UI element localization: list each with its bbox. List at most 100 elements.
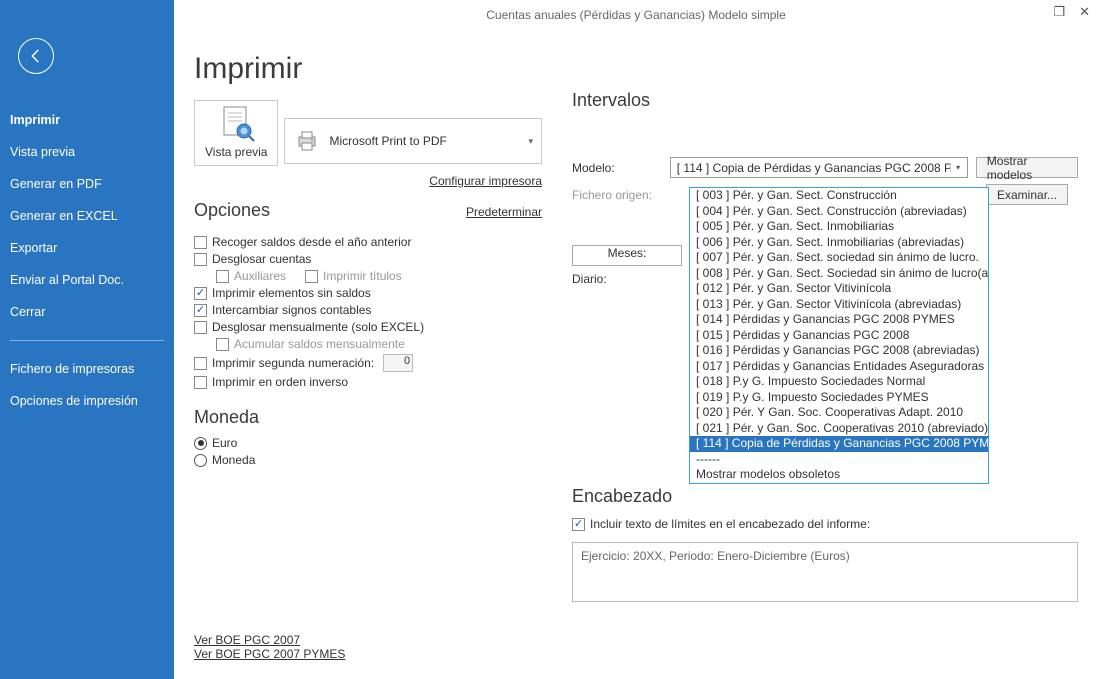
dropdown-item[interactable]: [ 005 ] Pér. y Gan. Sect. Inmobiliarias: [690, 219, 988, 235]
sidebar-separator: [10, 340, 164, 341]
preview-button[interactable]: Vista previa: [194, 100, 278, 166]
sidebar-item[interactable]: Opciones de impresión: [0, 385, 174, 417]
intervalos-heading: Intervalos: [572, 90, 1078, 111]
dropdown-item[interactable]: ------: [690, 452, 988, 468]
checkbox[interactable]: [194, 357, 207, 370]
back-button[interactable]: [18, 38, 54, 74]
arrow-left-icon: [27, 47, 45, 65]
checkbox[interactable]: [194, 321, 207, 334]
dropdown-item[interactable]: [ 004 ] Pér. y Gan. Sect. Construcción (…: [690, 204, 988, 220]
opciones-heading: Opciones: [194, 200, 270, 221]
dropdown-item[interactable]: [ 021 ] Pér. y Gan. Soc. Cooperativas 20…: [690, 421, 988, 437]
numeric-input[interactable]: 0: [383, 354, 413, 372]
dropdown-item[interactable]: [ 003 ] Pér. y Gan. Sect. Construcción: [690, 188, 988, 204]
header-text-textarea[interactable]: Ejercicio: 20XX, Periodo: Enero-Diciembr…: [572, 542, 1078, 602]
moneda-heading: Moneda: [194, 407, 542, 428]
checkbox[interactable]: [216, 270, 229, 283]
boe-links: Ver BOE PGC 2007 Ver BOE PGC 2007 PYMES: [194, 633, 345, 661]
checkbox-label: Acumular saldos mensualmente: [234, 337, 405, 351]
boe-link-2007[interactable]: Ver BOE PGC 2007: [194, 633, 345, 647]
checkbox[interactable]: [194, 253, 207, 266]
sidebar-item[interactable]: Vista previa: [0, 136, 174, 168]
dropdown-item[interactable]: [ 008 ] Pér. y Gan. Sect. Sociedad sin á…: [690, 266, 988, 282]
examinar-button[interactable]: Examinar...: [986, 184, 1068, 205]
option-row: Desglosar cuentas: [194, 252, 542, 266]
dropdown-item[interactable]: [ 015 ] Pérdidas y Ganancias PGC 2008: [690, 328, 988, 344]
dropdown-item[interactable]: [ 014 ] Pérdidas y Ganancias PGC 2008 PY…: [690, 312, 988, 328]
sidebar-item[interactable]: Enviar al Portal Doc.: [0, 264, 174, 296]
window-controls: ❐ ✕: [1053, 4, 1090, 20]
boe-link-2007-pymes[interactable]: Ver BOE PGC 2007 PYMES: [194, 647, 345, 661]
dropdown-item[interactable]: [ 006 ] Pér. y Gan. Sect. Inmobiliarias …: [690, 235, 988, 251]
radio[interactable]: [194, 454, 207, 467]
option-row: Desglosar mensualmente (solo EXCEL): [194, 320, 542, 334]
checkbox-label: Intercambiar signos contables: [212, 303, 371, 317]
checkbox[interactable]: [194, 287, 207, 300]
include-header-text-checkbox[interactable]: [572, 518, 585, 531]
checkbox-label: Auxiliares: [234, 269, 286, 283]
predeterminar-link[interactable]: Predeterminar: [466, 205, 542, 219]
preview-button-label: Vista previa: [205, 145, 267, 159]
option-row: Acumular saldos mensualmente: [216, 337, 542, 351]
checkbox-label: Imprimir títulos: [323, 269, 402, 283]
dropdown-item[interactable]: [ 016 ] Pérdidas y Ganancias PGC 2008 (a…: [690, 343, 988, 359]
sidebar-item[interactable]: Generar en EXCEL: [0, 200, 174, 232]
option-row: Imprimir elementos sin saldos: [194, 286, 542, 300]
option-row: Imprimir en orden inverso: [194, 375, 542, 389]
sidebar: ImprimirVista previaGenerar en PDFGenera…: [0, 0, 174, 679]
checkbox[interactable]: [194, 304, 207, 317]
dropdown-item[interactable]: [ 012 ] Pér. y Gan. Sector Vitivinícola: [690, 281, 988, 297]
option-row: Auxiliares Imprimir títulos: [216, 269, 542, 283]
window-title: Cuentas anuales (Pérdidas y Ganancias) M…: [486, 8, 786, 22]
configure-printer-link[interactable]: Configurar impresora: [429, 174, 542, 188]
printer-icon: [293, 127, 321, 155]
page-title: Imprimir: [194, 52, 1078, 86]
titlebar: Cuentas anuales (Pérdidas y Ganancias) M…: [174, 0, 1098, 30]
modelo-label: Modelo:: [572, 161, 662, 175]
checkbox[interactable]: [216, 338, 229, 351]
sidebar-item[interactable]: Generar en PDF: [0, 168, 174, 200]
checkbox[interactable]: [194, 236, 207, 249]
sidebar-item[interactable]: Fichero de impresoras: [0, 353, 174, 385]
printer-name: Microsoft Print to PDF: [329, 134, 446, 148]
option-row: Imprimir segunda numeración: 0: [194, 354, 542, 372]
sidebar-item[interactable]: Cerrar: [0, 296, 174, 328]
chevron-down-icon: ▾: [950, 163, 964, 172]
checkbox[interactable]: [194, 376, 207, 389]
include-header-text-label: Incluir texto de límites en el encabezad…: [590, 517, 870, 531]
sidebar-item[interactable]: Imprimir: [0, 104, 174, 136]
maximize-icon[interactable]: ❐: [1053, 4, 1065, 20]
dropdown-item[interactable]: [ 017 ] Pérdidas y Ganancias Entidades A…: [690, 359, 988, 375]
radio-label: Euro: [212, 436, 237, 450]
checkbox-label: Imprimir elementos sin saldos: [212, 286, 371, 300]
mostrar-modelos-button[interactable]: Mostrar modelos: [976, 157, 1078, 178]
radio-row: Euro: [194, 436, 542, 450]
option-row: Recoger saldos desde el año anterior: [194, 235, 542, 249]
dropdown-item[interactable]: [ 020 ] Pér. Y Gan. Soc. Cooperativas Ad…: [690, 405, 988, 421]
diario-label: Diario:: [572, 272, 672, 286]
dropdown-item[interactable]: Mostrar modelos obsoletos: [690, 467, 988, 483]
modelo-combo[interactable]: [ 114 ] Copia de Pérdidas y Ganancias PG…: [670, 157, 968, 178]
dropdown-item[interactable]: [ 114 ] Copia de Pérdidas y Ganancias PG…: [690, 436, 988, 452]
dropdown-item[interactable]: [ 007 ] Pér. y Gan. Sect. sociedad sin á…: [690, 250, 988, 266]
dropdown-item[interactable]: [ 018 ] P.y G. Impuesto Sociedades Norma…: [690, 374, 988, 390]
dropdown-item[interactable]: [ 013 ] Pér. y Gan. Sector Vitivinícola …: [690, 297, 988, 313]
radio-label: Moneda: [212, 453, 255, 467]
checkbox-label: Desglosar mensualmente (solo EXCEL): [212, 320, 424, 334]
main-content: Imprimir: [174, 30, 1098, 679]
printer-selector[interactable]: Microsoft Print to PDF ▾: [284, 118, 542, 164]
right-column: Intervalos Modelo: [ 114 ] Copia de Pérd…: [572, 100, 1078, 605]
close-icon[interactable]: ✕: [1079, 4, 1090, 20]
meses-input[interactable]: Meses:: [572, 245, 682, 266]
radio[interactable]: [194, 437, 207, 450]
left-column: Vista previa Microsoft Print to PDF ▾: [194, 100, 542, 605]
checkbox-label: Recoger saldos desde el año anterior: [212, 235, 411, 249]
dropdown-item[interactable]: [ 019 ] P.y G. Impuesto Sociedades PYMES: [690, 390, 988, 406]
encabezado-heading: Encabezado: [572, 486, 1078, 507]
checkbox[interactable]: [305, 270, 318, 283]
sidebar-item[interactable]: Exportar: [0, 232, 174, 264]
document-preview-icon: [216, 105, 256, 143]
checkbox-label: Imprimir segunda numeración:: [212, 356, 374, 370]
modelo-dropdown-list[interactable]: [ 003 ] Pér. y Gan. Sect. Construcción[ …: [689, 187, 989, 484]
checkbox-label: Desglosar cuentas: [212, 252, 311, 266]
